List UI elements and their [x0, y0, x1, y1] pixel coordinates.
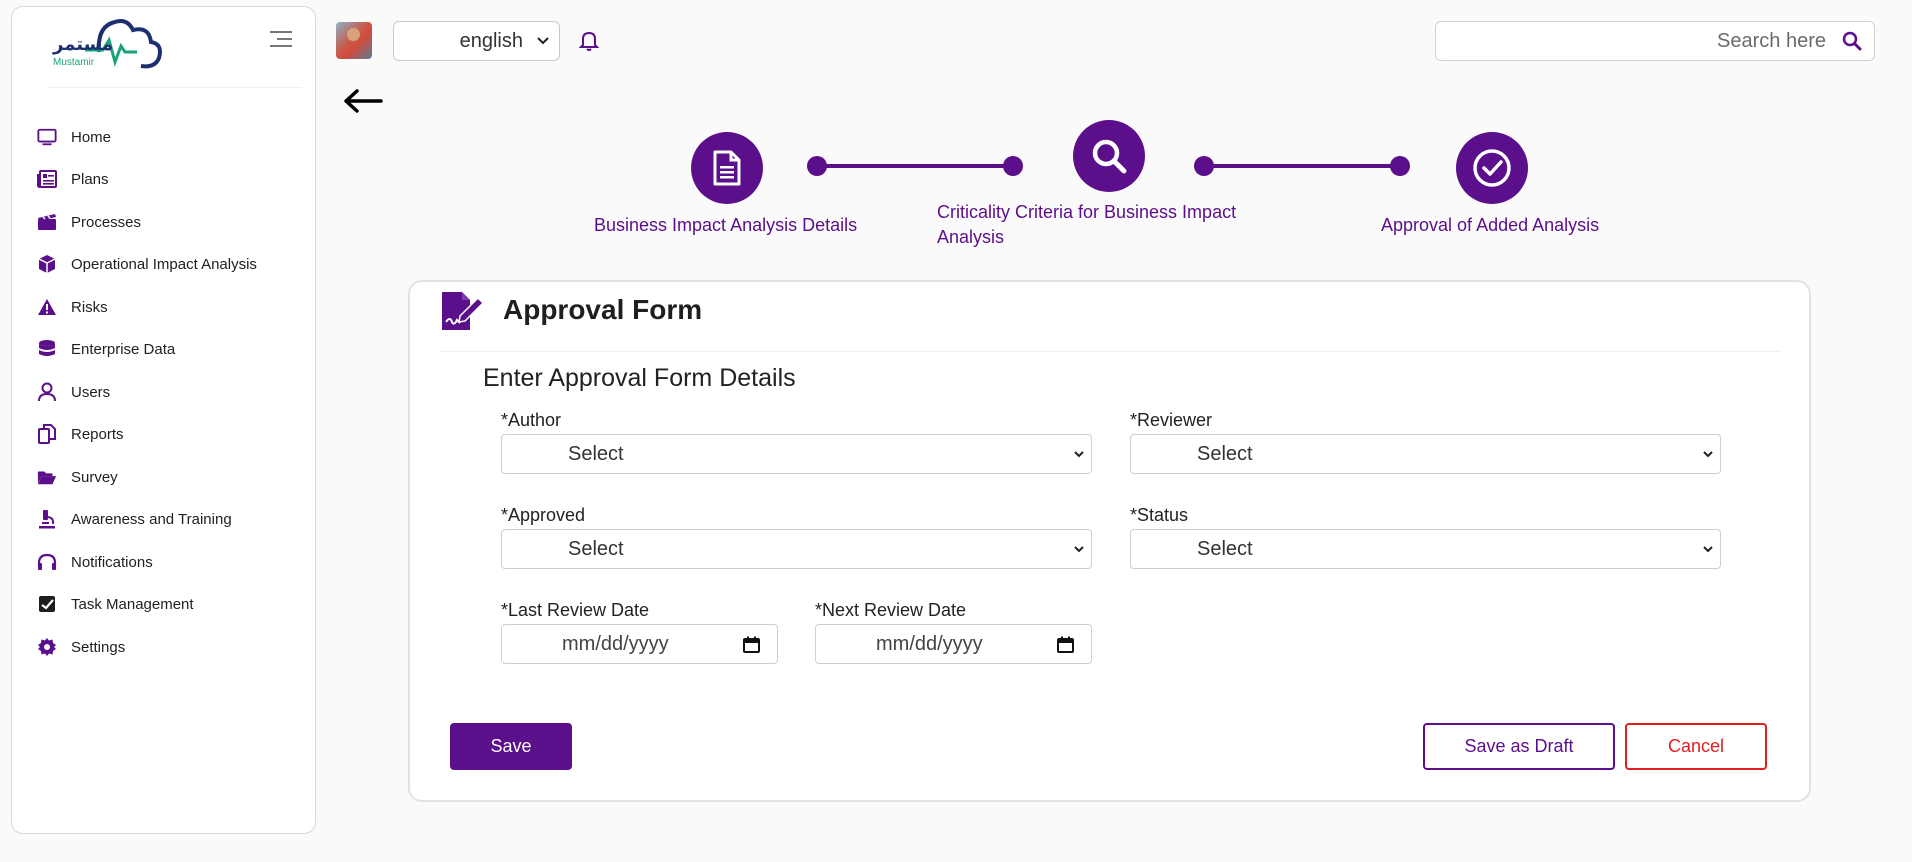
sidebar-item-label: Task Management	[71, 595, 194, 613]
reviewer-label: *Reviewer	[1130, 410, 1213, 430]
mustamir-logo[interactable]: مستمر Mustamir	[41, 12, 166, 74]
sidebar-item-awareness-and-training[interactable]: Awareness and Training	[37, 509, 232, 529]
signature-document-icon	[442, 292, 484, 330]
folder-open-icon	[37, 467, 57, 487]
save-button[interactable]: Save	[450, 723, 572, 770]
sidebar-item-label: Risks	[71, 298, 108, 316]
next-review-date-input[interactable]: mm/dd/yyyy	[815, 624, 1092, 664]
search-icon[interactable]	[1842, 31, 1862, 51]
chevron-down-icon	[1703, 546, 1713, 553]
stepper-connector	[1204, 164, 1400, 168]
approved-label: *Approved	[501, 505, 586, 525]
sidebar-item-users[interactable]: Users	[37, 382, 110, 402]
calendar-icon[interactable]	[1057, 636, 1074, 653]
sidebar-item-plans[interactable]: Plans	[37, 169, 109, 189]
author-select-value: Select	[568, 443, 624, 465]
stepper-dot	[1003, 156, 1023, 176]
save-as-draft-button[interactable]: Save as Draft	[1423, 723, 1615, 770]
search-icon	[1092, 139, 1127, 174]
step-1-label: Business Impact Analysis Details	[594, 215, 858, 235]
language-value: english	[459, 29, 523, 52]
next-review-date-value: mm/dd/yyyy	[876, 633, 983, 655]
card-divider	[440, 351, 1780, 352]
sidebar-item-label: Awareness and Training	[71, 510, 232, 528]
sidebar-item-label: Users	[71, 383, 111, 401]
cube-icon	[37, 254, 57, 274]
sidebar-item-label: Survey	[71, 468, 118, 486]
gear-icon	[37, 637, 57, 657]
calendar-icon[interactable]	[743, 636, 760, 653]
sidebar-item-settings[interactable]: Settings	[37, 637, 125, 657]
author-select[interactable]: Select	[501, 434, 1092, 474]
sidebar-item-label: Notifications	[71, 553, 153, 571]
reviewer-select-value: Select	[1197, 443, 1253, 465]
sidebar-item-label: Settings	[71, 638, 126, 656]
microscope-icon	[37, 509, 57, 529]
approved-select-value: Select	[568, 538, 624, 560]
step-3-circle[interactable]	[1456, 132, 1528, 204]
chevron-down-icon	[1703, 451, 1713, 458]
user-avatar[interactable]	[336, 22, 372, 59]
sidebar: مستمر Mustamir Home Plans Processes Oper…	[11, 6, 316, 834]
clapperboard-icon	[37, 212, 57, 232]
sidebar-item-survey[interactable]: Survey	[37, 467, 118, 487]
document-icon	[713, 150, 741, 186]
check-circle-icon	[1473, 149, 1511, 187]
sidebar-item-enterprise-data[interactable]: Enterprise Data	[37, 339, 175, 359]
user-icon	[37, 382, 57, 402]
sidebar-item-label: Plans	[71, 170, 109, 188]
last-review-date-value: mm/dd/yyyy	[562, 633, 669, 655]
newspaper-icon	[37, 169, 57, 189]
chevron-down-icon	[1074, 546, 1084, 553]
sidebar-item-task-management[interactable]: Task Management	[37, 594, 194, 614]
stepper-dot	[1390, 156, 1410, 176]
step-2-circle[interactable]	[1073, 120, 1145, 192]
status-label: *Status	[1130, 505, 1189, 525]
step-2-label: Criticality Criteria for Business Impact…	[937, 202, 1237, 247]
cancel-button[interactable]: Cancel	[1625, 723, 1767, 770]
bell-icon[interactable]	[578, 30, 600, 52]
status-select[interactable]: Select	[1130, 529, 1721, 569]
sidebar-item-label: Home	[71, 128, 112, 146]
chevron-down-icon	[537, 37, 549, 45]
approval-form-card: Approval Form Enter Approval Form Detail…	[408, 280, 1811, 802]
sidebar-item-reports[interactable]: Reports	[37, 424, 124, 444]
monitor-icon	[37, 127, 57, 147]
sidebar-item-notifications[interactable]: Notifications	[37, 552, 153, 572]
search-input[interactable]	[1446, 22, 1826, 60]
language-select[interactable]: english	[393, 21, 560, 61]
sidebar-item-operational-impact-analysis[interactable]: Operational Impact Analysis	[37, 254, 257, 274]
logo-arabic-text: مستمر	[53, 34, 114, 55]
last-review-date-input[interactable]: mm/dd/yyyy	[501, 624, 778, 664]
last-review-date-label: *Last Review Date	[501, 600, 650, 620]
status-select-value: Select	[1197, 538, 1253, 560]
sidebar-item-label: Operational Impact Analysis	[71, 255, 257, 273]
sidebar-item-home[interactable]: Home	[37, 127, 111, 147]
form-subtitle: Enter Approval Form Details	[483, 364, 796, 392]
step-3-label: Approval of Added Analysis	[1381, 215, 1600, 235]
approved-select[interactable]: Select	[501, 529, 1092, 569]
menu-toggle-icon[interactable]	[270, 31, 292, 49]
sidebar-divider	[47, 87, 302, 88]
task-check-icon	[37, 594, 57, 614]
sidebar-item-risks[interactable]: Risks	[37, 297, 108, 317]
sidebar-item-processes[interactable]: Processes	[37, 212, 141, 232]
database-icon	[37, 339, 57, 359]
sidebar-item-label: Processes	[71, 213, 142, 231]
next-review-date-label: *Next Review Date	[815, 600, 967, 620]
copy-icon	[37, 424, 57, 444]
step-1-circle[interactable]	[691, 132, 763, 204]
form-title: Approval Form	[503, 294, 703, 325]
headphones-icon	[37, 552, 57, 572]
search-box	[1435, 21, 1875, 61]
author-label: *Author	[501, 410, 562, 430]
warning-icon	[37, 297, 57, 317]
chevron-down-icon	[1074, 451, 1084, 458]
reviewer-select[interactable]: Select	[1130, 434, 1721, 474]
sidebar-item-label: Enterprise Data	[71, 340, 176, 358]
stepper-connector	[817, 164, 1013, 168]
back-arrow-icon[interactable]	[343, 88, 383, 114]
logo-english-text: Mustamir	[53, 57, 95, 68]
sidebar-item-label: Reports	[71, 425, 124, 443]
